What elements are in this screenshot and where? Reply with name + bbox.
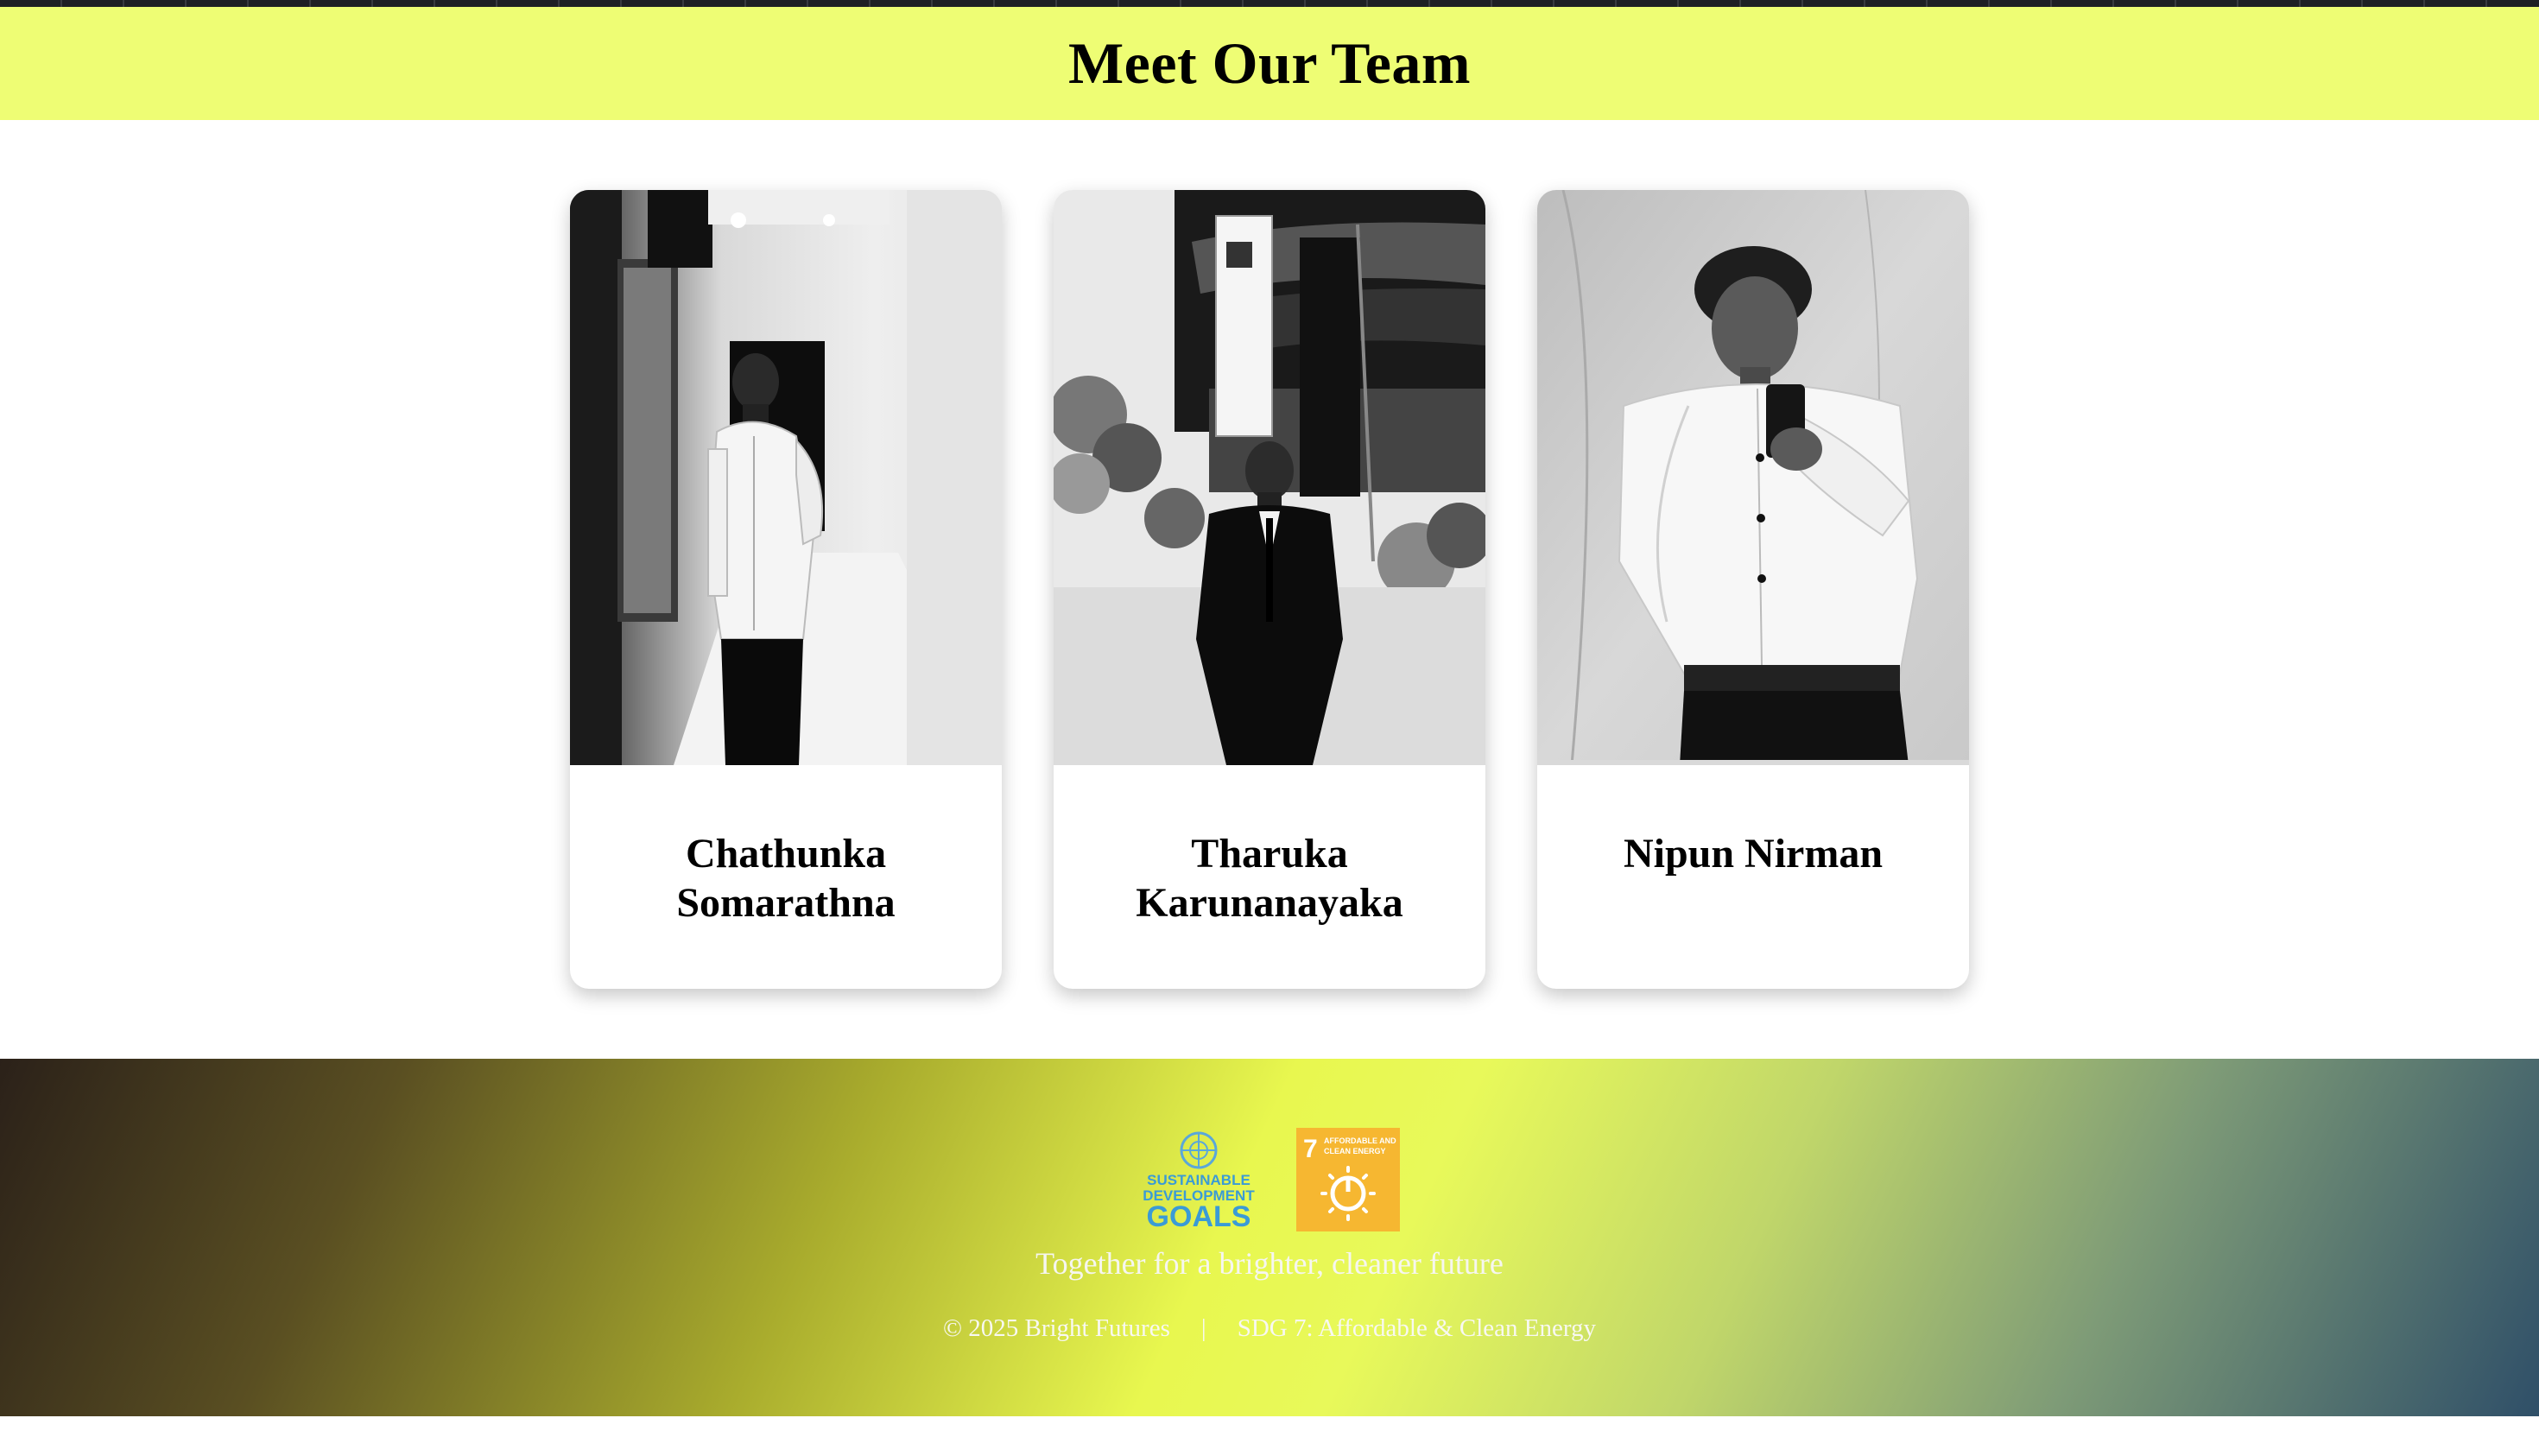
page-footer: SUSTAINABLE DEVELOPMENT GOALS 7 AFFORDAB… [0, 1059, 2539, 1416]
sdg-goals-logo: SUSTAINABLE DEVELOPMENT GOALS [1139, 1128, 1258, 1233]
browser-top-strip [0, 0, 2539, 7]
member-photo [1054, 190, 1485, 765]
portrait-photo-icon [1537, 190, 1969, 765]
sdg7-clean-energy-logo: 7 AFFORDABLE AND CLEAN ENERGY [1296, 1128, 1400, 1231]
copyright-text: © 2025 Bright Futures [942, 1314, 1170, 1342]
page: Meet Our Team Chathunka Somarathna Tharu… [0, 0, 2539, 1456]
footer-logos: SUSTAINABLE DEVELOPMENT GOALS 7 AFFORDAB… [0, 1128, 2539, 1233]
team-card: Chathunka Somarathna [570, 190, 1002, 989]
member-name: Tharuka Karunanayaka [1136, 831, 1403, 926]
page-title: Meet Our Team [1067, 30, 1472, 96]
footer-credits: © 2025 Bright Futures | SDG 7: Affordable … [0, 1314, 2539, 1343]
team-section: Chathunka Somarathna Tharuka Karunanayak… [0, 190, 2539, 989]
portrait-photo-icon [570, 190, 1002, 765]
member-name: Nipun Nirman [1623, 831, 1884, 877]
member-photo [1537, 190, 1969, 765]
sun-power-icon: 7 AFFORDABLE AND CLEAN ENERGY [1303, 1135, 1396, 1221]
svg-text:CLEAN ENERGY: CLEAN ENERGY [1324, 1147, 1386, 1155]
svg-text:AFFORDABLE AND: AFFORDABLE AND [1324, 1136, 1396, 1145]
page-header: Meet Our Team [0, 7, 2539, 120]
sdg-label: SDG 7: Affordable & Clean Energy [1237, 1314, 1597, 1342]
svg-text:GOALS: GOALS [1147, 1200, 1251, 1231]
un-emblem-icon: SUSTAINABLE DEVELOPMENT GOALS [1143, 1131, 1255, 1233]
portrait-photo-icon [1054, 190, 1485, 765]
svg-text:SUSTAINABLE: SUSTAINABLE [1147, 1172, 1251, 1188]
footer-separator: | [1200, 1314, 1206, 1342]
footer-tagline: Together for a brighter, cleaner future [1035, 1246, 1504, 1281]
team-card: Nipun Nirman [1537, 190, 1969, 989]
svg-text:7: 7 [1303, 1135, 1318, 1163]
member-name: Chathunka Somarathna [676, 831, 896, 926]
member-photo [570, 190, 1002, 765]
team-card: Tharuka Karunanayaka [1054, 190, 1485, 989]
